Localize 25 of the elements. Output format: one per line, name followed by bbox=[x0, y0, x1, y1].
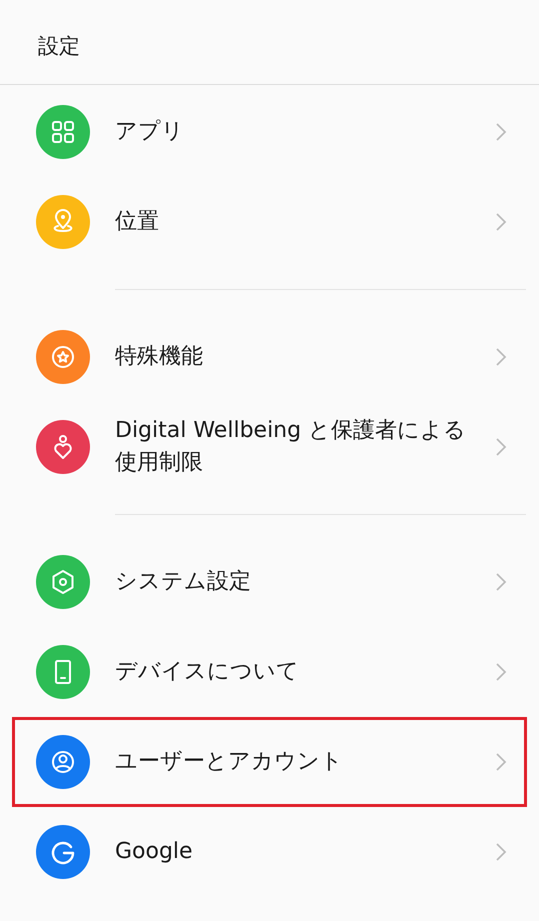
item-label: 位置 bbox=[115, 208, 160, 236]
item-label: システム設定 bbox=[115, 568, 252, 596]
settings-item[interactable]: 位置 bbox=[12, 177, 527, 267]
settings-item[interactable]: Google bbox=[12, 807, 527, 897]
page-title: 設定 bbox=[38, 33, 80, 60]
chevron-right-icon bbox=[495, 347, 507, 367]
chevron-right-icon bbox=[495, 437, 507, 457]
item-label: アプリ bbox=[115, 118, 185, 146]
item-label: ユーザーとアカウント bbox=[115, 748, 344, 776]
settings-item[interactable]: システム設定 bbox=[12, 537, 527, 627]
settings-item[interactable]: デバイスについて bbox=[12, 627, 527, 717]
item-label: デバイスについて bbox=[115, 658, 300, 686]
settings-item[interactable]: アプリ bbox=[12, 87, 527, 177]
chevron-right-icon bbox=[495, 212, 507, 232]
item-label: 特殊機能 bbox=[115, 343, 204, 372]
item-label: Google bbox=[115, 838, 194, 866]
chevron-right-icon bbox=[495, 572, 507, 592]
chevron-right-icon bbox=[495, 842, 507, 862]
chevron-right-icon bbox=[495, 122, 507, 142]
item-label: Digital Wellbeing と保護者による使用制限 bbox=[115, 417, 468, 477]
settings-item[interactable]: ユーザーとアカウント bbox=[12, 717, 527, 807]
settings-item[interactable]: Digital Wellbeing と保護者による使用制限 bbox=[12, 402, 527, 492]
settings-item[interactable]: 特殊機能 bbox=[12, 312, 527, 402]
chevron-right-icon bbox=[495, 662, 507, 682]
chevron-right-icon bbox=[495, 752, 507, 772]
